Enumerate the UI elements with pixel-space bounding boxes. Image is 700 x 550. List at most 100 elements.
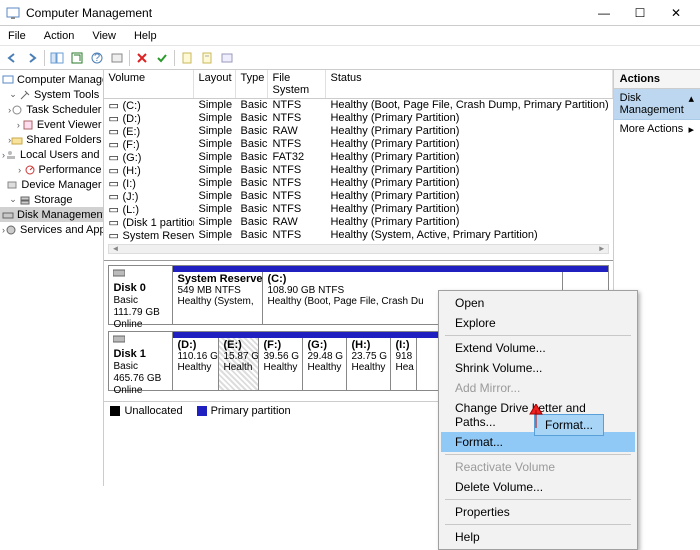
list-icon[interactable] xyxy=(219,50,235,66)
volume-row[interactable]: ▭(C:)SimpleBasicNTFSHealthy (Boot, Page … xyxy=(104,99,612,112)
tree-label: Disk Management xyxy=(17,209,104,221)
back-icon[interactable] xyxy=(4,50,20,66)
tree-services[interactable]: › Services and Applications xyxy=(0,222,103,237)
tree-event-viewer[interactable]: › Event Viewer xyxy=(0,117,103,132)
properties-icon[interactable] xyxy=(199,50,215,66)
tree-root[interactable]: Computer Management (Local xyxy=(0,72,103,87)
menu-file[interactable]: File xyxy=(4,28,30,44)
cm-open[interactable]: Open xyxy=(441,293,635,313)
delete-icon[interactable] xyxy=(134,50,150,66)
volume-row[interactable]: ▭(H:)SimpleBasicNTFSHealthy (Primary Par… xyxy=(104,164,612,177)
users-icon xyxy=(5,148,17,161)
col-type[interactable]: Type xyxy=(236,70,268,98)
collapse-icon[interactable]: ⌄ xyxy=(8,194,18,205)
disk-info[interactable]: Disk 1Basic465.76 GBOnline xyxy=(109,332,173,390)
horizontal-scrollbar[interactable] xyxy=(108,244,608,254)
partition[interactable]: (G:)29.48 GHealthy xyxy=(303,338,347,390)
partition[interactable]: (I:)918Hea xyxy=(391,338,417,390)
tree-root-label: Computer Management (Local xyxy=(17,74,104,86)
cm-mirror: Add Mirror... xyxy=(441,378,635,398)
tools-icon xyxy=(18,88,31,101)
tree-shared-folders[interactable]: › Shared Folders xyxy=(0,132,103,147)
legend-primary-swatch xyxy=(197,406,207,416)
show-hide-icon[interactable] xyxy=(49,50,65,66)
volume-row[interactable]: ▭(E:)SimpleBasicRAWHealthy (Primary Part… xyxy=(104,125,612,138)
pointer-arrow-icon xyxy=(528,404,544,428)
folder-icon xyxy=(11,133,23,146)
tree-device-manager[interactable]: Device Manager xyxy=(0,177,103,192)
titlebar: Computer Management — ☐ ✕ xyxy=(0,0,700,26)
tree-storage[interactable]: ⌄ Storage xyxy=(0,192,103,207)
tree-label: Device Manager xyxy=(21,179,101,191)
maximize-button[interactable]: ☐ xyxy=(622,2,658,24)
actions-more[interactable]: More Actions ▸ xyxy=(614,120,700,139)
separator xyxy=(445,335,631,336)
col-layout[interactable]: Layout xyxy=(194,70,236,98)
tree-label: Task Scheduler xyxy=(26,104,101,116)
tree-label: Local Users and Groups xyxy=(20,149,104,161)
cm-extend[interactable]: Extend Volume... xyxy=(441,338,635,358)
col-volume[interactable]: Volume xyxy=(104,70,194,98)
event-icon xyxy=(22,118,34,131)
tree-local-users[interactable]: › Local Users and Groups xyxy=(0,147,103,162)
tree-performance[interactable]: › Performance xyxy=(0,162,103,177)
cm-properties[interactable]: Properties xyxy=(441,502,635,522)
partition[interactable]: (F:)39.56 GHealthy xyxy=(259,338,303,390)
menubar: File Action View Help xyxy=(0,26,700,46)
volume-row[interactable]: ▭(D:)SimpleBasicNTFSHealthy (Primary Par… xyxy=(104,112,612,125)
cm-help[interactable]: Help xyxy=(441,527,635,547)
new-icon[interactable] xyxy=(179,50,195,66)
volume-row[interactable]: ▭(L:)SimpleBasicNTFSHealthy (Primary Par… xyxy=(104,203,612,216)
volume-row[interactable]: ▭(J:)SimpleBasicNTFSHealthy (Primary Par… xyxy=(104,190,612,203)
tree-label: Storage xyxy=(34,194,73,206)
volume-row[interactable]: ▭(I:)SimpleBasicNTFSHealthy (Primary Par… xyxy=(104,177,612,190)
actions-context-label: Disk Management xyxy=(620,92,689,116)
window-title: Computer Management xyxy=(26,6,586,20)
device-icon xyxy=(6,178,18,191)
help-icon[interactable]: ? xyxy=(89,50,105,66)
expand-icon[interactable]: › xyxy=(15,120,22,130)
clock-icon xyxy=(11,103,23,116)
volume-row[interactable]: ▭System Reserved (K:)SimpleBasicNTFSHeal… xyxy=(104,229,612,242)
actions-context[interactable]: Disk Management ▴ xyxy=(614,89,700,120)
menu-help[interactable]: Help xyxy=(130,28,161,44)
collapse-icon: ▴ xyxy=(688,92,694,116)
close-button[interactable]: ✕ xyxy=(658,2,694,24)
actions-header: Actions xyxy=(614,70,700,89)
partition[interactable]: (E:)15.87 GHealth xyxy=(219,338,259,390)
expand-icon[interactable]: › xyxy=(16,165,24,175)
partition[interactable]: (D:)110.16 GHealthy xyxy=(173,338,219,390)
volume-row[interactable]: ▭(G:)SimpleBasicFAT32Healthy (Primary Pa… xyxy=(104,151,612,164)
legend-primary-label: Primary partition xyxy=(211,405,291,417)
legend-unallocated-label: Unallocated xyxy=(124,405,182,417)
volume-row[interactable]: ▭(Disk 1 partition 2)SimpleBasicRAWHealt… xyxy=(104,216,612,229)
separator xyxy=(445,524,631,525)
collapse-icon[interactable]: ⌄ xyxy=(8,89,18,100)
tree-task-scheduler[interactable]: › Task Scheduler xyxy=(0,102,103,117)
app-icon xyxy=(6,6,20,20)
cm-shrink[interactable]: Shrink Volume... xyxy=(441,358,635,378)
disk-icon xyxy=(2,208,14,221)
col-filesystem[interactable]: File System xyxy=(268,70,326,98)
disk-info[interactable]: Disk 0Basic111.79 GBOnline xyxy=(109,266,173,324)
tree-label: Shared Folders xyxy=(26,134,101,146)
menu-view[interactable]: View xyxy=(88,28,120,44)
minimize-button[interactable]: — xyxy=(586,2,622,24)
col-status[interactable]: Status xyxy=(326,70,612,98)
partition[interactable]: (H:)23.75 GHealthy xyxy=(347,338,391,390)
menu-action[interactable]: Action xyxy=(40,28,79,44)
tree-label: System Tools xyxy=(34,89,99,101)
volume-row[interactable]: ▭(F:)SimpleBasicNTFSHealthy (Primary Par… xyxy=(104,138,612,151)
partition[interactable]: System Reserve549 MB NTFSHealthy (System… xyxy=(173,272,263,324)
tooltip: Format... xyxy=(534,414,604,436)
tree-disk-management[interactable]: Disk Management xyxy=(0,207,103,222)
actions-more-label: More Actions xyxy=(620,123,684,136)
cm-explore[interactable]: Explore xyxy=(441,313,635,333)
forward-icon[interactable] xyxy=(24,50,40,66)
settings-icon[interactable] xyxy=(109,50,125,66)
refresh-icon[interactable] xyxy=(69,50,85,66)
tree-system-tools[interactable]: ⌄ System Tools xyxy=(0,87,103,102)
cm-delete[interactable]: Delete Volume... xyxy=(441,477,635,497)
volume-list: Volume Layout Type File System Status ▭(… xyxy=(104,70,612,242)
check-icon[interactable] xyxy=(154,50,170,66)
